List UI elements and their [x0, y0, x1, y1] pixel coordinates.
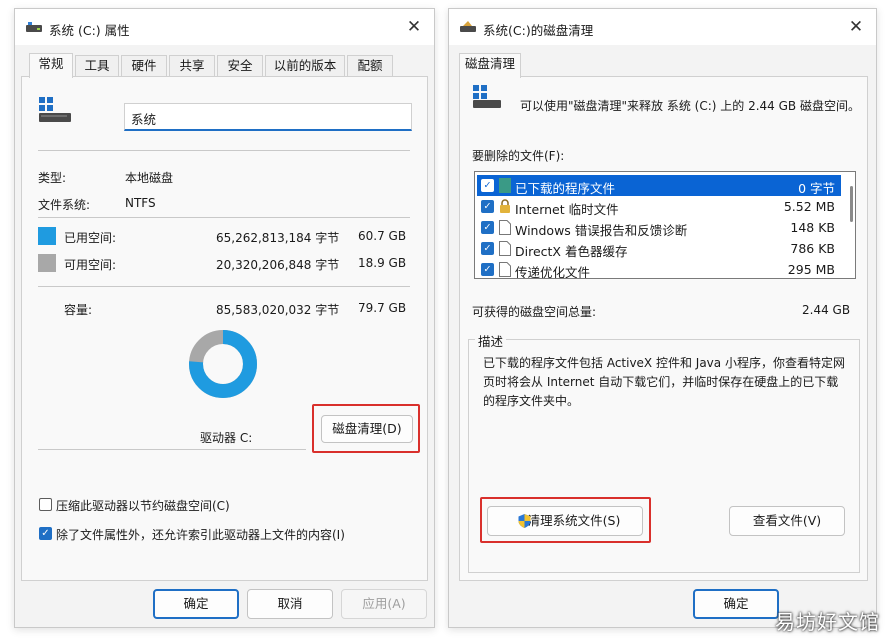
general-panel: 系统 类型: 本地磁盘 文件系统: NTFS 已用空间: 65,262,813,… — [21, 76, 428, 581]
tab-tools[interactable]: 工具 — [75, 55, 119, 77]
filesystem-value: NTFS — [125, 196, 156, 210]
used-space-label: 已用空间: — [64, 231, 117, 245]
window-title: 系统(C:)的磁盘清理 — [483, 23, 594, 38]
free-space-label: 可用空间: — [64, 258, 117, 272]
list-item[interactable]: ✓ Windows 错误报告和反馈诊断 148 KB — [477, 217, 841, 238]
item-checkbox[interactable]: ✓ — [481, 242, 494, 255]
item-size: 786 KB — [790, 241, 835, 256]
tab-sharing[interactable]: 共享 — [169, 55, 215, 77]
index-checkbox-label[interactable]: 除了文件属性外，还允许索引此驱动器上文件的内容(I) — [56, 526, 345, 543]
divider — [38, 217, 410, 218]
files-list[interactable]: ✓ 已下载的程序文件 0 字节 ✓ Internet 临时文件 5.52 MB … — [474, 171, 856, 279]
type-value: 本地磁盘 — [125, 171, 174, 185]
disk-cleanup-icon — [460, 21, 476, 32]
list-scrollbar[interactable] — [850, 186, 853, 222]
divider — [38, 286, 410, 287]
free-space-gb: 18.9 GB — [358, 256, 407, 270]
tab-security[interactable]: 安全 — [217, 55, 263, 77]
close-icon[interactable]: ✕ — [402, 15, 426, 39]
description-text: 已下载的程序文件包括 ActiveX 控件和 Java 小程序，你查看特定网 页… — [483, 354, 845, 411]
highlight-box — [312, 404, 420, 453]
capacity-label: 容量: — [64, 303, 93, 317]
watermark-text: 易坊好文馆 — [775, 610, 880, 634]
view-files-button[interactable]: 查看文件(V) — [729, 506, 845, 536]
index-checkbox[interactable]: ✓ — [39, 527, 52, 540]
item-name: 已下载的程序文件 — [515, 181, 616, 196]
tab-disk-cleanup[interactable]: 磁盘清理 — [459, 53, 521, 78]
item-name: Internet 临时文件 — [515, 202, 619, 217]
description-line: 页时将会从 Internet 自动下载它们，并临时保存在硬盘上的已下载 — [483, 375, 839, 389]
item-size: 148 KB — [790, 220, 835, 235]
usage-donut-chart — [189, 330, 257, 398]
drive-icon — [39, 97, 71, 122]
free-space-bytes: 20,320,206,848 字节 — [216, 258, 340, 272]
drive-name-value: 系统 — [131, 112, 157, 127]
description-line: 已下载的程序文件包括 ActiveX 控件和 Java 小程序，你查看特定网 — [483, 356, 845, 370]
capacity-bytes: 85,583,020,032 字节 — [216, 303, 340, 317]
item-checkbox[interactable]: ✓ — [481, 221, 494, 234]
used-space-gb: 60.7 GB — [358, 229, 407, 243]
item-checkbox[interactable]: ✓ — [481, 263, 494, 276]
item-name: 传递优化文件 — [515, 265, 591, 279]
intro-text: 可以使用"磁盘清理"来释放 系统 (C:) 上的 2.44 GB 磁盘空间。 — [520, 99, 860, 113]
tab-general[interactable]: 常规 — [29, 53, 73, 78]
item-name: DirectX 着色器缓存 — [515, 244, 628, 259]
used-space-bytes: 65,262,813,184 字节 — [216, 231, 340, 245]
list-item[interactable]: ✓ 传递优化文件 295 MB — [477, 259, 841, 279]
tab-hardware[interactable]: 硬件 — [121, 55, 167, 77]
item-size: 0 字节 — [798, 181, 835, 196]
divider — [38, 449, 306, 450]
compress-checkbox-label[interactable]: 压缩此驱动器以节约磁盘空间(C) — [56, 497, 230, 514]
drive-icon — [473, 85, 501, 108]
drive-label: 驱动器 C: — [200, 431, 253, 445]
cancel-button[interactable]: 取消 — [247, 589, 333, 619]
description-group: 描述 已下载的程序文件包括 ActiveX 控件和 Java 小程序，你查看特定… — [468, 331, 860, 573]
ok-button[interactable]: 确定 — [693, 589, 779, 619]
file-icon — [499, 262, 511, 277]
title-bar[interactable]: 系统 (C:) 属性 ✕ — [15, 9, 434, 45]
filesystem-label: 文件系统: — [38, 198, 91, 212]
item-size: 5.52 MB — [783, 199, 835, 214]
used-space-swatch — [38, 227, 56, 245]
lock-icon — [500, 199, 510, 213]
file-icon — [499, 241, 511, 256]
ok-button[interactable]: 确定 — [153, 589, 239, 619]
apply-button[interactable]: 应用(A) — [341, 589, 427, 619]
list-item[interactable]: ✓ Internet 临时文件 5.52 MB — [477, 196, 841, 217]
files-to-delete-label: 要删除的文件(F): — [472, 149, 565, 163]
list-item[interactable]: ✓ 已下载的程序文件 0 字节 — [477, 175, 841, 196]
tab-quota[interactable]: 配额 — [347, 55, 393, 77]
title-bar[interactable]: 系统(C:)的磁盘清理 ✕ — [449, 9, 876, 45]
drive-properties-window: 系统 (C:) 属性 ✕ 常规 工具 硬件 共享 安全 以前的版本 配额 系统 … — [14, 8, 435, 628]
file-icon — [499, 220, 511, 235]
item-checkbox[interactable]: ✓ — [481, 179, 494, 192]
cleanup-panel: 可以使用"磁盘清理"来释放 系统 (C:) 上的 2.44 GB 磁盘空间。 要… — [459, 76, 868, 581]
description-label: 描述 — [475, 331, 507, 350]
total-space-label: 可获得的磁盘空间总量: — [472, 305, 597, 319]
free-space-swatch — [38, 254, 56, 272]
close-icon[interactable]: ✕ — [844, 15, 868, 39]
item-checkbox[interactable]: ✓ — [481, 200, 494, 213]
disk-cleanup-window: 系统(C:)的磁盘清理 ✕ 磁盘清理 可以使用"磁盘清理"来释放 系统 (C:)… — [448, 8, 877, 628]
item-size: 295 MB — [787, 262, 835, 277]
divider — [38, 150, 410, 151]
capacity-gb: 79.7 GB — [358, 301, 407, 315]
tab-previous-versions[interactable]: 以前的版本 — [265, 55, 345, 77]
description-line: 的程序文件夹中。 — [483, 394, 580, 408]
compress-checkbox[interactable] — [39, 498, 52, 511]
type-label: 类型: — [38, 171, 67, 185]
highlight-box — [480, 497, 651, 543]
drive-icon — [26, 22, 42, 32]
item-name: Windows 错误报告和反馈诊断 — [515, 223, 688, 238]
total-space-value: 2.44 GB — [802, 303, 851, 317]
drive-name-input[interactable]: 系统 — [124, 103, 412, 131]
window-title: 系统 (C:) 属性 — [49, 23, 130, 38]
folder-icon — [499, 178, 511, 193]
list-item[interactable]: ✓ DirectX 着色器缓存 786 KB — [477, 238, 841, 259]
